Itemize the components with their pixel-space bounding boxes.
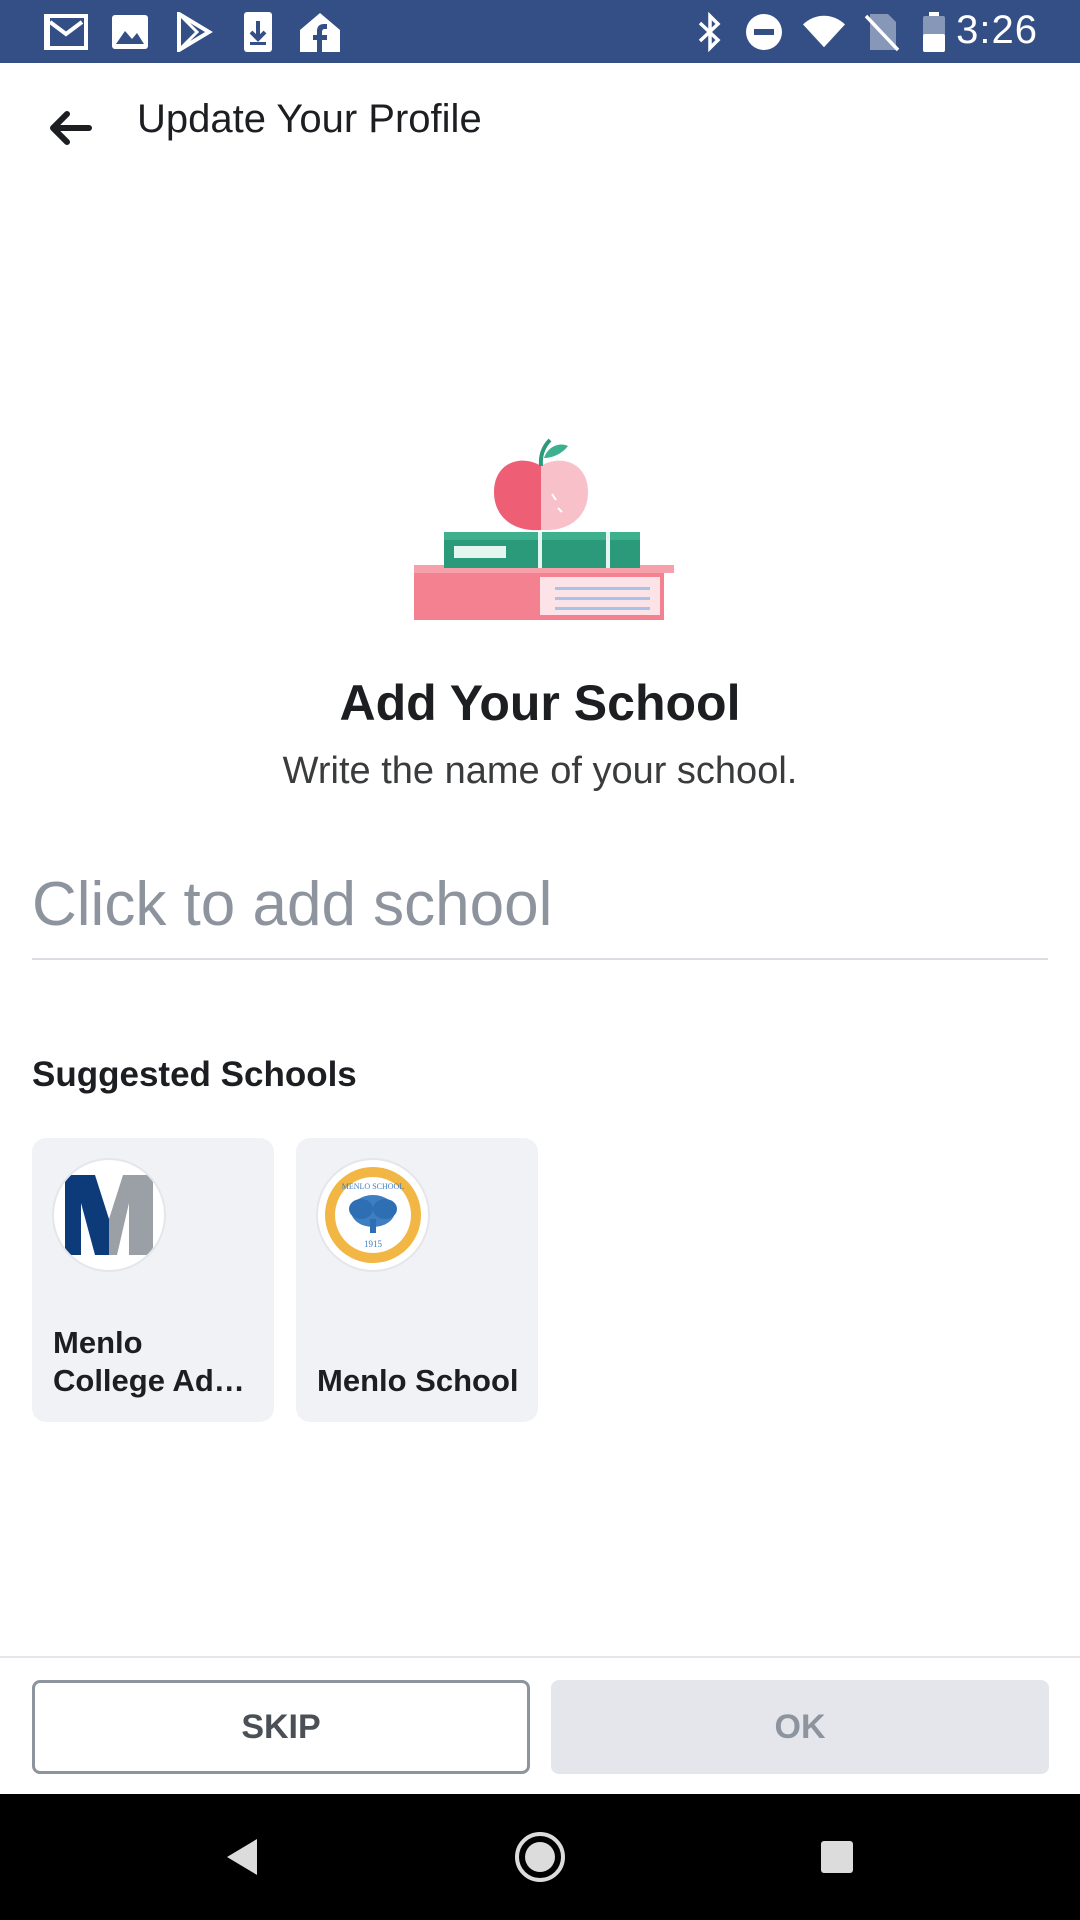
school-name: Menlo School [317, 1363, 519, 1398]
school-name: Menlo College Ad… [53, 1325, 245, 1398]
wifi-icon [802, 10, 846, 54]
gmail-icon [44, 10, 88, 54]
svg-text:MENLO SCHOOL: MENLO SCHOOL [342, 1182, 405, 1191]
suggested-school-card[interactable]: MENLO SCHOOL 1915 Menlo School [296, 1138, 538, 1422]
app-bar: Update Your Profile [0, 63, 1080, 177]
back-triangle-icon [227, 1839, 257, 1875]
bluetooth-icon [688, 10, 732, 54]
suggested-school-card[interactable]: Menlo College Ad… [32, 1138, 274, 1422]
download-icon [236, 10, 280, 54]
status-bar: 3:26 [0, 0, 1080, 63]
photos-icon [108, 10, 152, 54]
svg-text:1915: 1915 [364, 1239, 383, 1249]
nav-back-button[interactable] [206, 1822, 276, 1892]
ok-button[interactable]: OK [551, 1680, 1049, 1774]
play-store-icon [172, 10, 216, 54]
nav-home-button[interactable] [505, 1822, 575, 1892]
add-school-subheading: Write the name of your school. [282, 750, 798, 792]
add-school-heading: Add Your School [339, 675, 741, 731]
menlo-school-seal: MENLO SCHOOL 1915 [316, 1158, 430, 1272]
status-time: 3:26 [956, 8, 1038, 52]
back-button[interactable] [30, 93, 110, 163]
system-navigation-bar [0, 1794, 1080, 1920]
footer-actions: SKIP OK [0, 1656, 1080, 1794]
no-sim-icon [860, 10, 904, 54]
nav-recents-button[interactable] [802, 1822, 872, 1892]
back-arrow-icon [50, 111, 92, 145]
school-input[interactable] [32, 850, 1048, 960]
apple-books-illustration [410, 420, 680, 630]
page-title: Update Your Profile [137, 97, 482, 141]
skip-button[interactable]: SKIP [32, 1680, 530, 1774]
facebook-home-icon [298, 10, 342, 54]
suggested-schools-title: Suggested Schools [32, 1055, 357, 1094]
menlo-college-logo [52, 1158, 166, 1272]
battery-icon [912, 10, 956, 54]
home-circle-icon [515, 1832, 565, 1882]
recents-square-icon [821, 1841, 853, 1873]
do-not-disturb-icon [742, 10, 786, 54]
